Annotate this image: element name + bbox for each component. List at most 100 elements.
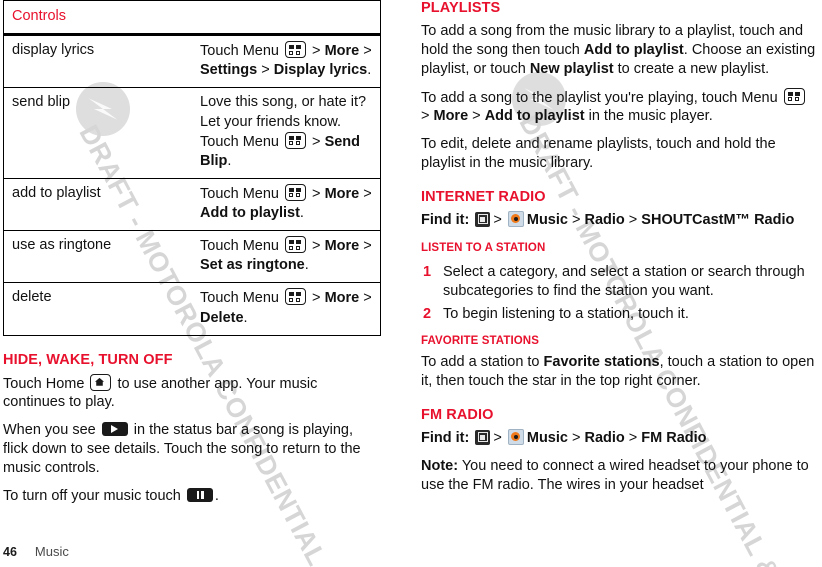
section-heading-fm-radio: FM radio — [421, 406, 494, 423]
instruction-text: Touch Menu — [200, 43, 284, 60]
period: . — [299, 205, 304, 221]
chevron-separator: > — [468, 108, 485, 125]
chevron-separator: > — [359, 185, 372, 202]
menu-option-settings: Settings — [200, 62, 258, 79]
ui-label-add-to-playlist: Add to playlist — [583, 41, 684, 58]
table-cell-instruction: Touch Menu > More > Delete. — [192, 282, 381, 336]
menu-icon — [285, 41, 307, 59]
list-item: 2 To begin listening to a station, touch … — [421, 305, 817, 324]
chevron-separator: > — [308, 290, 325, 307]
controls-table-body: Controls display lyrics Touch Menu > Mor… — [3, 0, 381, 336]
step-number: 1 — [423, 263, 432, 280]
home-icon — [90, 373, 112, 391]
path-item-music: Music — [526, 429, 568, 446]
path-item-radio: Radio — [584, 429, 625, 446]
menu-option-more: More — [433, 108, 469, 125]
chevron-separator: > — [359, 238, 372, 255]
table-header-row: Controls — [3, 0, 381, 37]
menu-option-more: More — [324, 238, 360, 255]
period: . — [367, 62, 372, 79]
ui-label-favorite-stations: Favorite stations — [543, 354, 660, 371]
find-it-label: Find it: — [421, 211, 470, 228]
chevron-separator: > — [308, 238, 325, 255]
chevron-separator: > — [421, 108, 434, 125]
table-cell-label: add to playlist — [3, 178, 192, 232]
footer-section-name: Music — [34, 544, 69, 559]
page-number: 46 — [3, 545, 17, 559]
paragraph-text: in the music player. — [584, 108, 713, 125]
manual-page: DRAFT - MOTOROLA CONFIDENTIAL & PROPRIET… — [0, 0, 822, 567]
period: . — [304, 257, 309, 274]
ui-label-new-playlist: New playlist — [529, 60, 614, 77]
step-text: To begin listening to a station, touch i… — [443, 306, 689, 323]
step-text: Select a category, and select a station … — [443, 263, 805, 299]
play-status-icon — [101, 422, 128, 437]
subheading-favorite-stations: Favorite stations — [421, 335, 539, 348]
path-item-radio: Radio — [584, 211, 625, 228]
chevron-separator: > — [493, 429, 502, 446]
paragraph-text: Touch Home — [3, 375, 89, 392]
app-launcher-icon — [475, 429, 491, 445]
find-it-label: Find it: — [421, 429, 470, 446]
list-item: 1 Select a category, and select a station… — [421, 263, 817, 301]
note-text: You need to connect a wired headset to y… — [421, 457, 809, 493]
chevron-separator: > — [308, 185, 325, 202]
menu-option-add-to-playlist: Add to playlist — [484, 108, 585, 125]
paragraph-text: to create a new playlist. — [613, 60, 770, 77]
menu-option-more: More — [324, 290, 360, 307]
left-column: Controls display lyrics Touch Menu > Mor… — [3, 0, 381, 506]
chevron-separator: > — [257, 62, 274, 79]
table-cell-label: send blip — [3, 87, 192, 179]
menu-option-display-lyrics: Display lyrics — [273, 62, 368, 79]
menu-option-add-to-playlist: Add to playlist — [200, 205, 300, 221]
instruction-text: Touch Menu — [200, 238, 284, 255]
chevron-separator: > — [624, 429, 642, 446]
instruction-text: Touch Menu — [200, 185, 284, 202]
paragraph-playlists-3: To edit, delete and rename playlists, to… — [421, 136, 776, 172]
paragraph-text: To add a station to — [421, 354, 544, 371]
path-item-target: FM Radio — [641, 429, 707, 446]
table-cell-instruction: Touch Menu > More > Add to playlist. — [192, 178, 381, 232]
pause-icon — [186, 487, 213, 502]
page-footer: 46 Music — [3, 544, 69, 559]
subheading-listen-to-a-station: Listen to a station — [421, 241, 546, 254]
menu-option-more: More — [324, 185, 360, 202]
steps-list-listen: 1 Select a category, and select a station… — [421, 263, 817, 325]
menu-icon — [285, 288, 307, 306]
paragraph-fm-radio-note: Note: You need to connect a wired headse… — [421, 457, 817, 495]
chevron-separator: > — [308, 43, 325, 60]
period: . — [227, 152, 232, 169]
chevron-separator: > — [567, 211, 585, 228]
right-column: Playlists To add a song from the music l… — [421, 0, 817, 495]
chevron-separator: > — [624, 211, 642, 228]
table-row: display lyrics Touch Menu > More > Setti… — [3, 34, 381, 89]
menu-icon — [285, 183, 307, 201]
paragraph-text: To add a song to the playlist you're pla… — [421, 89, 782, 106]
section-heading-hide-wake-turn-off: Hide, wake, turn off — [3, 351, 173, 368]
find-it-path-fm-radio: Find it: > Music > Radio > FM Radio — [421, 428, 817, 448]
music-app-icon — [507, 428, 524, 445]
step-number: 2 — [423, 306, 432, 323]
note-label: Note: — [421, 457, 459, 474]
menu-icon — [285, 131, 307, 149]
section-heading-internet-radio: Internet radio — [421, 188, 546, 205]
section-heading-playlists: Playlists — [421, 0, 501, 16]
chevron-separator: > — [359, 290, 372, 307]
table-cell-instruction: Love this song, or hate it? Let your fri… — [192, 87, 381, 179]
table-cell-label: delete — [3, 282, 192, 336]
table-row: add to playlist Touch Menu > More > Add … — [3, 178, 381, 232]
chevron-separator: > — [359, 43, 372, 60]
table-row: delete Touch Menu > More > Delete. — [3, 282, 381, 336]
table-cell-label: display lyrics — [3, 34, 192, 89]
find-it-path-internet-radio: Find it: > Music > Radio > SHOUTCastM™ R… — [421, 210, 817, 230]
table-cell-instruction: Touch Menu > More > Settings > Display l… — [192, 34, 381, 89]
paragraph-text: . — [214, 487, 219, 504]
paragraph-text: When you see — [3, 422, 100, 439]
path-item-music: Music — [526, 211, 568, 228]
paragraph-hide-wake-1: Touch Home to use another app. Your musi… — [3, 373, 381, 413]
chevron-separator: > — [308, 133, 325, 150]
paragraph-hide-wake-2: When you see in the status bar a song is… — [3, 421, 381, 478]
music-app-icon — [507, 210, 524, 227]
menu-option-delete: Delete — [200, 309, 244, 326]
menu-option-more: More — [324, 43, 360, 60]
